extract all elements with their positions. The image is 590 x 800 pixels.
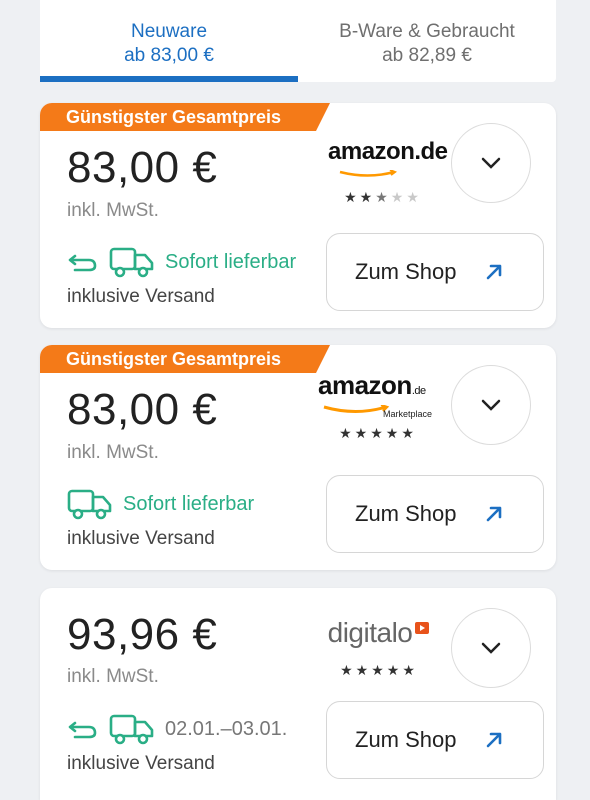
shipping-note: inklusive Versand — [67, 528, 215, 549]
delivery-info: Sofort lieferbar — [67, 243, 296, 281]
zum-shop-button[interactable]: Zum Shop — [326, 475, 544, 553]
external-link-arrow-icon — [486, 732, 502, 748]
vat-note: inkl. MwSt. — [67, 666, 159, 687]
delivery-truck-icon — [67, 487, 113, 521]
shop-button-label: Zum Shop — [355, 501, 457, 526]
tab-b-ware-gebraucht[interactable]: B-Ware & Gebraucht ab 82,89 € — [298, 0, 556, 82]
tab-title: Neuware — [130, 21, 208, 42]
shop-logo-text: amazon — [318, 370, 412, 400]
shop-logo-text: amazon.de — [328, 138, 448, 165]
offer-card: 93,96 € inkl. MwSt. digitalo ★★★★★ 02.01… — [40, 588, 556, 800]
expand-offer-button[interactable] — [451, 608, 531, 688]
shop-logo-text: digitalo — [327, 617, 413, 648]
shop-logo-suffix: .de — [411, 385, 426, 397]
offer-type-tabs: Neuware ab 83,00 € B-Ware & Gebraucht ab… — [40, 0, 556, 82]
tab-neuware[interactable]: Neuware ab 83,00 € — [40, 0, 298, 82]
amazon-smile-icon — [339, 169, 398, 177]
zum-shop-button[interactable]: Zum Shop — [326, 701, 544, 779]
delivery-status: Sofort lieferbar — [123, 492, 255, 515]
external-link-arrow-icon — [486, 506, 502, 522]
shop-button-label: Zum Shop — [355, 259, 457, 284]
offer-price: 93,96 € — [67, 610, 218, 659]
expand-offer-button[interactable] — [451, 123, 531, 203]
shop-logo-digitalo[interactable]: digitalo ★★★★★ — [320, 618, 438, 679]
shop-logo-amazon-marketplace[interactable]: amazon.de Marketplace ★★★★★ — [318, 371, 438, 442]
delivery-truck-icon — [109, 245, 155, 279]
return-icon — [67, 250, 99, 274]
vat-note: inkl. MwSt. — [67, 442, 159, 463]
tab-subtitle: ab 82,89 € — [382, 45, 472, 66]
shop-rating-stars: ★★★★★ — [340, 662, 418, 678]
tab-subtitle: ab 83,00 € — [124, 45, 214, 66]
cheapest-total-badge: Günstigster Gesamtpreis — [40, 345, 330, 373]
chevron-down-icon — [481, 642, 501, 654]
digitalo-logo-icon — [415, 622, 430, 634]
offer-price: 83,00 € — [67, 143, 218, 192]
delivery-info: Sofort lieferbar — [67, 485, 254, 523]
chevron-down-icon — [481, 399, 501, 411]
offer-card: Günstigster Gesamtpreis 83,00 € inkl. Mw… — [40, 345, 556, 570]
offer-card: Günstigster Gesamtpreis 83,00 € inkl. Mw… — [40, 103, 556, 328]
external-link-arrow-icon — [486, 264, 502, 280]
return-icon — [67, 717, 99, 741]
cheapest-total-badge: Günstigster Gesamtpreis — [40, 103, 330, 131]
delivery-status: Sofort lieferbar — [165, 250, 297, 273]
delivery-truck-icon — [109, 712, 155, 746]
shop-rating-stars: ★★★★★ — [344, 189, 422, 205]
delivery-date: 02.01.–03.01. — [165, 717, 288, 740]
offer-price: 83,00 € — [67, 385, 218, 434]
shop-button-label: Zum Shop — [355, 727, 457, 752]
shipping-note: inklusive Versand — [67, 753, 215, 774]
delivery-info: 02.01.–03.01. — [67, 710, 287, 748]
expand-offer-button[interactable] — [451, 365, 531, 445]
vat-note: inkl. MwSt. — [67, 200, 159, 221]
shop-rating-stars: ★★★★★ — [339, 425, 417, 441]
shipping-note: inklusive Versand — [67, 286, 215, 307]
tab-title: B-Ware & Gebraucht — [339, 21, 515, 42]
zum-shop-button[interactable]: Zum Shop — [326, 233, 544, 311]
chevron-down-icon — [481, 157, 501, 169]
shop-logo-amazon-de[interactable]: amazon.de ★★★★★ — [328, 139, 448, 206]
